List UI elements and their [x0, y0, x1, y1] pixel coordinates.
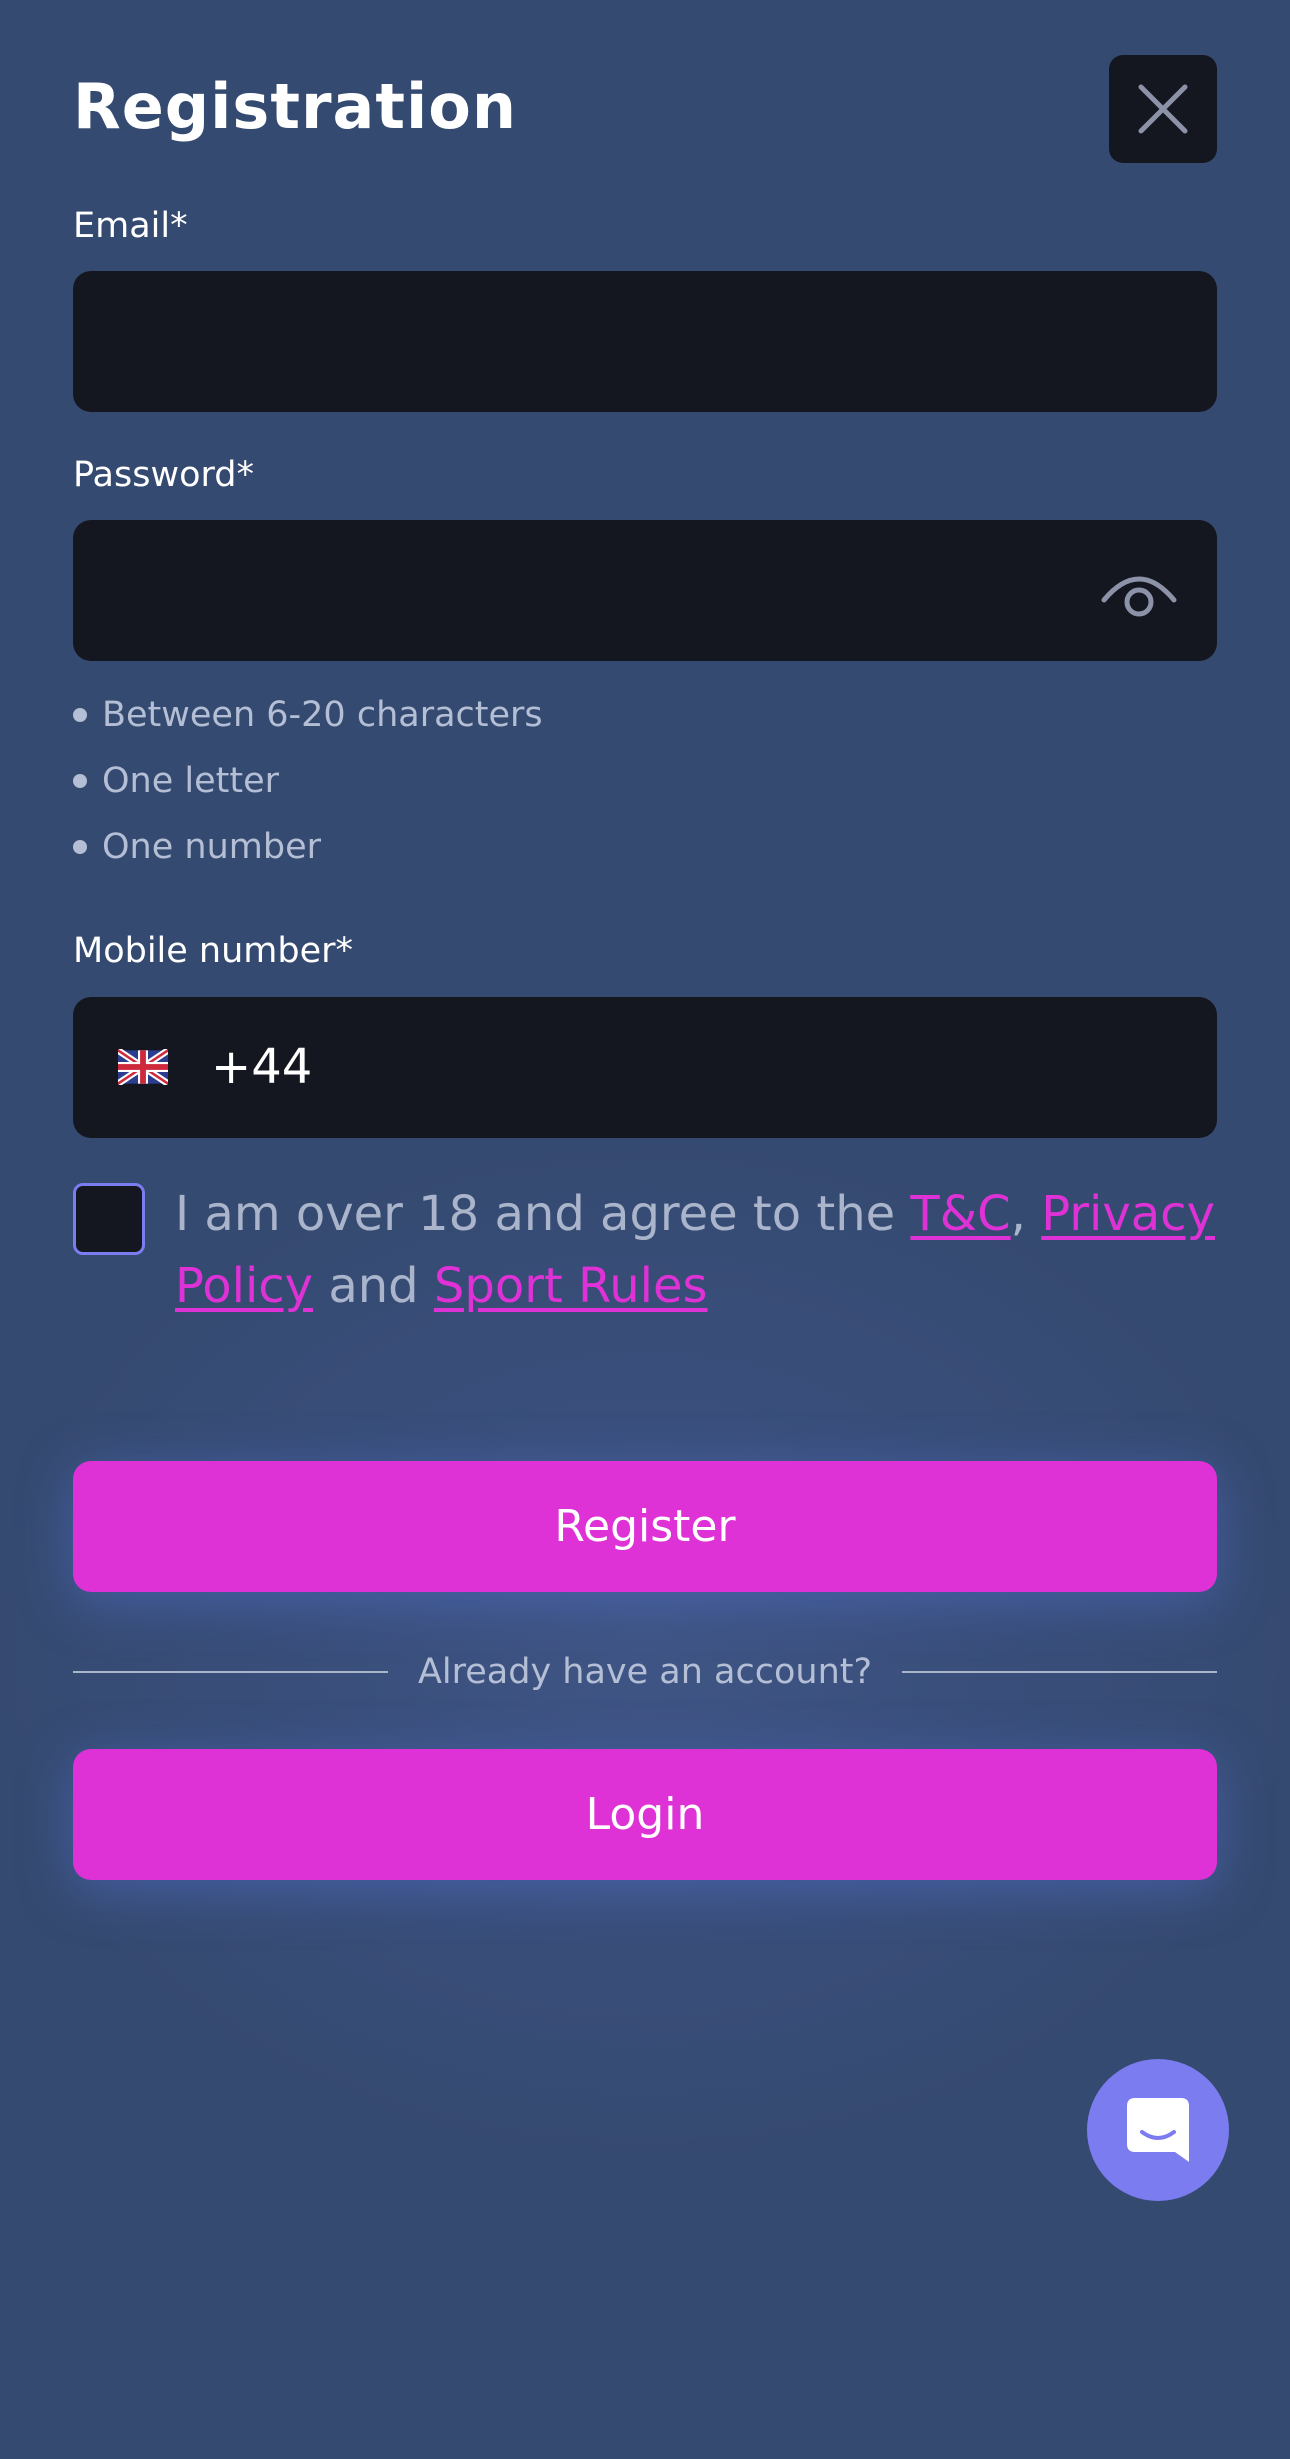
- register-button[interactable]: Register: [73, 1461, 1217, 1592]
- chat-icon: [1127, 2098, 1189, 2162]
- mobile-label: Mobile number*: [73, 931, 354, 971]
- sport-rules-link[interactable]: Sport Rules: [434, 1258, 708, 1314]
- email-label: Email*: [73, 206, 188, 246]
- password-rule-length: Between 6-20 characters: [73, 682, 543, 748]
- email-field-container: [73, 271, 1217, 412]
- mobile-field[interactable]: +44: [73, 997, 1217, 1138]
- age-agreement-checkbox[interactable]: [73, 1183, 145, 1255]
- page-title: Registration: [73, 70, 518, 143]
- bullet-icon: [73, 840, 87, 854]
- divider-line-right: [902, 1671, 1218, 1673]
- bullet-icon: [73, 708, 87, 722]
- tc-link[interactable]: T&C: [910, 1186, 1010, 1242]
- agreement-text: I am over 18 and agree to the T&C, Priva…: [175, 1186, 1215, 1314]
- divider-text: Already have an account?: [417, 1652, 873, 1692]
- account-divider: Already have an account?: [73, 1650, 1218, 1694]
- password-rules: Between 6-20 characters One letter One n…: [73, 682, 543, 880]
- login-button[interactable]: Login: [73, 1749, 1217, 1880]
- uk-flag-icon[interactable]: [118, 1049, 168, 1085]
- country-code[interactable]: +44: [211, 997, 312, 1138]
- email-input[interactable]: [73, 271, 1217, 412]
- password-rule-letter: One letter: [73, 748, 543, 814]
- password-label: Password*: [73, 455, 254, 495]
- chat-button[interactable]: [1087, 2059, 1229, 2201]
- password-field-container: [73, 520, 1217, 661]
- close-button[interactable]: [1109, 55, 1217, 163]
- divider-line-left: [73, 1671, 388, 1673]
- close-icon: [1138, 84, 1188, 134]
- password-input[interactable]: [73, 520, 1217, 661]
- bullet-icon: [73, 774, 87, 788]
- registration-page: Registration Email* Password* Between 6-…: [0, 0, 1290, 2459]
- eye-icon[interactable]: [1099, 564, 1179, 618]
- password-rule-number: One number: [73, 814, 543, 880]
